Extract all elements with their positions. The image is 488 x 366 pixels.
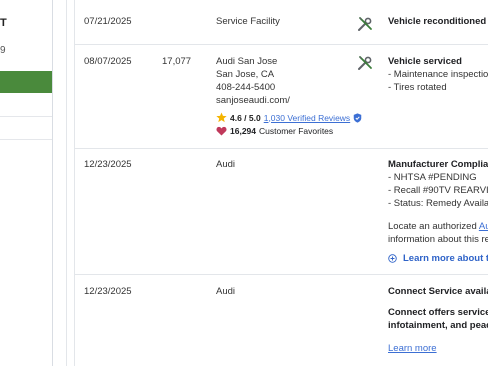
row-detail: infotainment, and peace c (388, 320, 488, 331)
table-row: 12/23/2025 Audi Manufacturer Compliance … (75, 148, 488, 275)
table-row: 08/07/2025 17,077 Audi San Jose San Jose… (75, 44, 488, 149)
wrench-screwdriver-icon (358, 56, 372, 70)
favorites-label: Customer Favorites (259, 126, 334, 136)
row-detail: - Tires rotated (388, 82, 447, 93)
dealer-name: Audi San Jose (216, 56, 278, 67)
row-detail: - Maintenance inspection (388, 69, 488, 80)
row-date: 07/21/2025 (84, 16, 132, 27)
locate-dealer-link[interactable]: Aud (479, 221, 488, 232)
row-title: Manufacturer Compliance (388, 159, 488, 170)
left-sidebar: T 9 (0, 0, 53, 366)
sidebar-item[interactable] (0, 94, 52, 117)
row-detail: - Recall #90TV REARVIEW (388, 185, 488, 196)
sidebar-title-fragment: T (0, 17, 7, 29)
row-source: Service Facility (216, 16, 280, 27)
dealer-phone[interactable]: 408-244-5400 (216, 81, 290, 94)
locate-dealer-text: Locate an authorized Aud information abo… (388, 220, 488, 246)
learn-more-link[interactable]: Learn more (388, 342, 437, 355)
locate-text-continued: information about this rec (388, 234, 488, 245)
locate-text: Locate an authorized (388, 221, 479, 232)
row-detail: - Status: Remedy Available (388, 198, 488, 209)
table-row: 12/23/2025 Audi Connect Service availabl… (75, 274, 488, 366)
plus-circle-icon (388, 254, 397, 263)
row-detail: Connect offers services t (388, 307, 488, 318)
row-description: Vehicle serviced - Maintenance inspectio… (388, 55, 488, 94)
row-title: Vehicle reconditioned (388, 16, 487, 27)
row-mileage: 17,077 (162, 56, 192, 67)
verified-shield-icon (353, 112, 362, 123)
row-date: 08/07/2025 (84, 56, 132, 67)
dealer-info: Audi San Jose San Jose, CA 408-244-5400 … (216, 55, 290, 107)
row-title: Vehicle serviced (388, 56, 462, 67)
row-source: Audi (216, 159, 236, 170)
sidebar-active-item[interactable] (0, 71, 52, 93)
row-description: Connect offers services t infotainment, … (388, 306, 488, 332)
column-divider (66, 0, 67, 366)
customer-favorites: 16,294 Customer Favorites (216, 126, 333, 136)
history-table: 07/21/2025 Service Facility Vehicle reco… (74, 0, 488, 366)
row-description: Manufacturer Compliance - NHTSA #PENDING… (388, 158, 488, 210)
star-icon (216, 112, 227, 123)
rating-value: 4.6 / 5.0 (230, 112, 261, 123)
table-row: 07/21/2025 Service Facility Vehicle reco… (75, 0, 488, 45)
learn-more-recall-button[interactable]: Learn more about this (388, 253, 488, 264)
row-title: Connect Service available (388, 286, 488, 297)
row-date: 12/23/2025 (84, 159, 132, 170)
heart-icon (216, 126, 227, 136)
dealer-location: San Jose, CA (216, 69, 275, 80)
row-detail: - NHTSA #PENDING (388, 172, 477, 183)
favorites-count: 16,294 (230, 126, 256, 136)
dealer-website[interactable]: sanjoseaudi.com/ (216, 94, 290, 107)
sidebar-value-fragment: 9 (0, 45, 6, 56)
wrench-screwdriver-icon (358, 17, 372, 31)
learn-more-label: Learn more about this (403, 253, 488, 264)
dealer-rating: 4.6 / 5.0 1,030 Verified Reviews (216, 112, 362, 123)
sidebar-item[interactable] (0, 117, 52, 140)
row-date: 12/23/2025 (84, 286, 132, 297)
row-source: Audi (216, 286, 236, 297)
verified-reviews-link[interactable]: 1,030 Verified Reviews (264, 113, 350, 123)
